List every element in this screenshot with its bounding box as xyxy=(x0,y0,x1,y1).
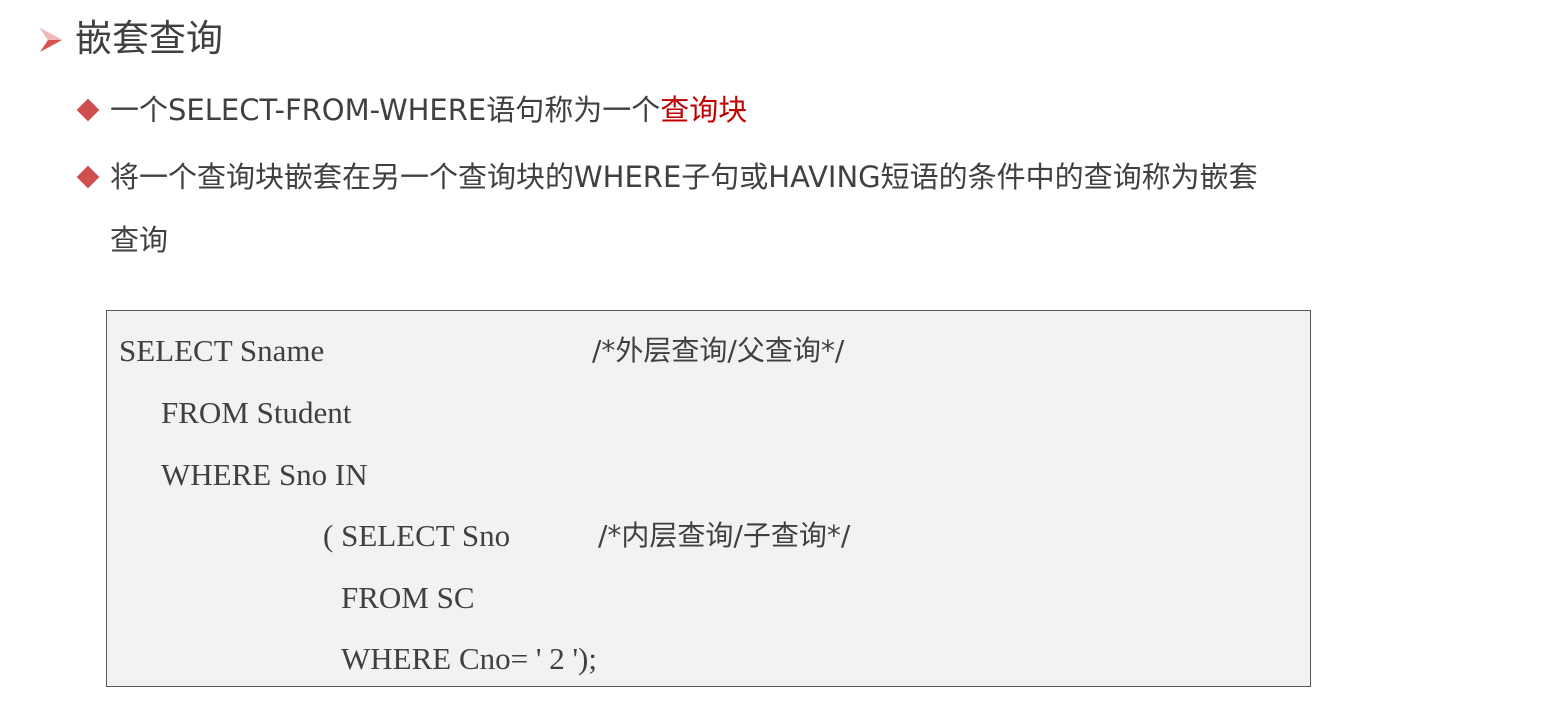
code-line-1: SELECT Sname xyxy=(119,333,325,368)
bullet-2-line2: 查询 xyxy=(110,223,169,257)
slide-title: 嵌套查询 xyxy=(75,17,223,60)
arrow-bullet-icon xyxy=(40,28,62,52)
bullet-1-text: 一个SELECT-FROM-WHERE语句称为一个 xyxy=(110,93,661,127)
code-line-6: WHERE Cno= ' 2 '); xyxy=(341,641,597,676)
bullet-1: 一个SELECT-FROM-WHERE语句称为一个查询块 xyxy=(110,88,747,132)
code-line-3: WHERE Sno IN xyxy=(161,457,368,492)
bullet-2-line1: 将一个查询块嵌套在另一个查询块的WHERE子句或HAVING短语的条件中的查询称… xyxy=(110,160,1258,194)
code-comment-outer: /*外层查询/父查询*/ xyxy=(592,334,845,367)
diamond-bullet-icon xyxy=(76,98,100,122)
code-line-4: ( SELECT Sno xyxy=(323,518,511,553)
code-comment-inner: /*内层查询/子查询*/ xyxy=(598,519,851,552)
code-line-2: FROM Student xyxy=(161,395,352,430)
diamond-bullet-icon xyxy=(76,165,100,189)
code-line-5: FROM SC xyxy=(341,580,475,615)
bullet-1-highlight: 查询块 xyxy=(660,93,748,127)
